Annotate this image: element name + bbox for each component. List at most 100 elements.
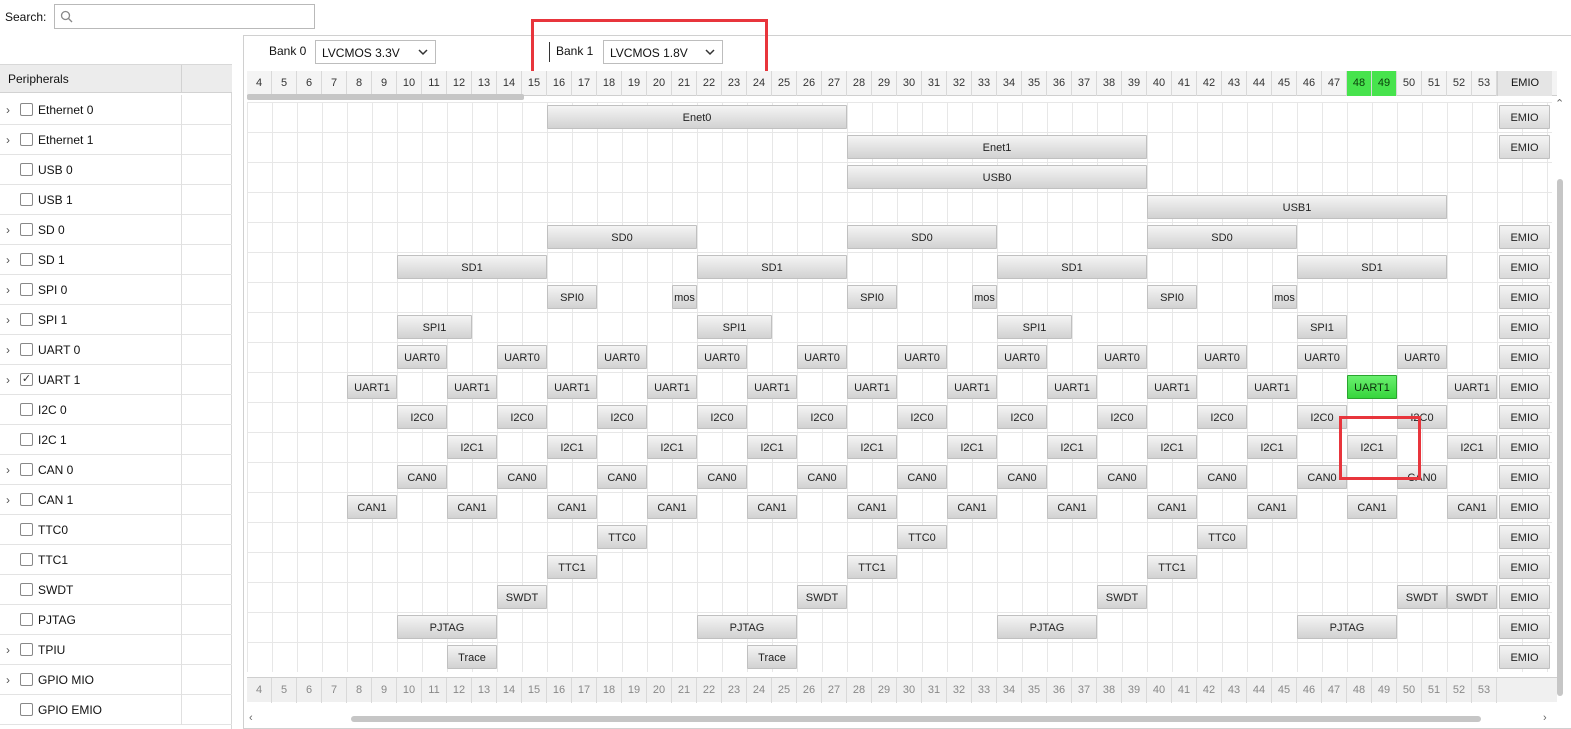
peripheral-checkbox[interactable] bbox=[20, 583, 33, 596]
emio-cell[interactable]: EMIO bbox=[1499, 405, 1550, 429]
pin-function-i2c1[interactable]: I2C1 bbox=[647, 435, 697, 459]
pin-function-uart1[interactable]: UART1 bbox=[647, 375, 697, 399]
pin-function-ttc1[interactable]: TTC1 bbox=[847, 555, 897, 579]
pin-function-mos[interactable]: mos bbox=[1272, 285, 1297, 309]
pin-function-uart1[interactable]: UART1 bbox=[547, 375, 597, 399]
emio-cell[interactable]: EMIO bbox=[1499, 315, 1550, 339]
peripheral-row[interactable]: › SPI 1 bbox=[0, 305, 232, 335]
pin-function-i2c0[interactable]: I2C0 bbox=[1097, 405, 1147, 429]
chevron-right-icon[interactable]: › bbox=[6, 133, 16, 147]
peripheral-row[interactable]: USB 1 bbox=[0, 185, 232, 215]
scroll-up-icon[interactable]: ⌃ bbox=[1555, 97, 1564, 110]
pin-function-trace[interactable]: Trace bbox=[747, 645, 797, 669]
pin-function-can0[interactable]: CAN0 bbox=[497, 465, 547, 489]
pin-function-uart1[interactable]: UART1 bbox=[847, 375, 897, 399]
peripheral-row[interactable]: TTC1 bbox=[0, 545, 232, 575]
pin-function-pjtag[interactable]: PJTAG bbox=[1297, 615, 1397, 639]
pin-function-uart1[interactable]: UART1 bbox=[1047, 375, 1097, 399]
search-box[interactable] bbox=[54, 4, 315, 29]
pin-function-sd0[interactable]: SD0 bbox=[1147, 225, 1297, 249]
pin-function-sd0[interactable]: SD0 bbox=[547, 225, 697, 249]
chevron-right-icon[interactable]: › bbox=[6, 373, 16, 387]
scroll-right-icon[interactable]: › bbox=[1543, 712, 1547, 724]
pin-function-can0[interactable]: CAN0 bbox=[1197, 465, 1247, 489]
pin-function-can1[interactable]: CAN1 bbox=[1447, 495, 1497, 519]
horizontal-scroll-thumb[interactable] bbox=[351, 716, 1481, 722]
peripheral-checkbox[interactable]: ✓ bbox=[20, 373, 33, 386]
pin-function-i2c0[interactable]: I2C0 bbox=[597, 405, 647, 429]
chevron-right-icon[interactable]: › bbox=[6, 313, 16, 327]
emio-cell[interactable]: EMIO bbox=[1499, 555, 1550, 579]
pin-function-pjtag[interactable]: PJTAG bbox=[397, 615, 497, 639]
pin-function-spi0[interactable]: SPI0 bbox=[847, 285, 897, 309]
pin-function-i2c0[interactable]: I2C0 bbox=[397, 405, 447, 429]
pin-function-mos[interactable]: mos bbox=[972, 285, 997, 309]
peripheral-checkbox[interactable] bbox=[20, 223, 33, 236]
pin-function-uart0[interactable]: UART0 bbox=[997, 345, 1047, 369]
peripheral-checkbox[interactable] bbox=[20, 493, 33, 506]
pin-function-i2c1[interactable]: I2C1 bbox=[1147, 435, 1197, 459]
pin-function-sd0[interactable]: SD0 bbox=[847, 225, 997, 249]
peripheral-row[interactable]: GPIO EMIO bbox=[0, 695, 232, 725]
search-input[interactable] bbox=[77, 7, 307, 26]
pin-function-spi1[interactable]: SPI1 bbox=[1297, 315, 1347, 339]
pin-function-i2c1[interactable]: I2C1 bbox=[1047, 435, 1097, 459]
pin-function-i2c0[interactable]: I2C0 bbox=[1197, 405, 1247, 429]
chevron-right-icon[interactable]: › bbox=[6, 343, 16, 357]
pin-function-i2c0[interactable]: I2C0 bbox=[897, 405, 947, 429]
peripheral-row[interactable]: › Ethernet 0 bbox=[0, 95, 232, 125]
pin-function-pjtag[interactable]: PJTAG bbox=[697, 615, 797, 639]
pin-function-ttc0[interactable]: TTC0 bbox=[597, 525, 647, 549]
pin-function-can0[interactable]: CAN0 bbox=[1097, 465, 1147, 489]
vertical-scroll-thumb[interactable] bbox=[1557, 179, 1563, 696]
emio-cell[interactable]: EMIO bbox=[1499, 345, 1550, 369]
peripheral-checkbox[interactable] bbox=[20, 253, 33, 266]
peripheral-checkbox[interactable] bbox=[20, 703, 33, 716]
peripheral-checkbox[interactable] bbox=[20, 523, 33, 536]
emio-cell[interactable]: EMIO bbox=[1499, 525, 1550, 549]
pin-function-sd1[interactable]: SD1 bbox=[997, 255, 1147, 279]
peripheral-checkbox[interactable] bbox=[20, 553, 33, 566]
pin-function-ttc0[interactable]: TTC0 bbox=[1197, 525, 1247, 549]
peripheral-checkbox[interactable] bbox=[20, 163, 33, 176]
emio-cell[interactable]: EMIO bbox=[1499, 105, 1550, 129]
peripheral-row[interactable]: PJTAG bbox=[0, 605, 232, 635]
emio-cell[interactable]: EMIO bbox=[1499, 375, 1550, 399]
peripheral-checkbox[interactable] bbox=[20, 643, 33, 656]
pin-function-i2c0[interactable]: I2C0 bbox=[797, 405, 847, 429]
chevron-right-icon[interactable]: › bbox=[6, 253, 16, 267]
peripheral-checkbox[interactable] bbox=[20, 343, 33, 356]
pin-function-sd1[interactable]: SD1 bbox=[397, 255, 547, 279]
pin-function-i2c1[interactable]: I2C1 bbox=[747, 435, 797, 459]
peripheral-row[interactable]: › SD 1 bbox=[0, 245, 232, 275]
peripheral-row[interactable]: › CAN 0 bbox=[0, 455, 232, 485]
peripheral-row[interactable]: SWDT bbox=[0, 575, 232, 605]
peripheral-checkbox[interactable] bbox=[20, 193, 33, 206]
emio-cell[interactable]: EMIO bbox=[1499, 495, 1550, 519]
pin-function-uart0[interactable]: UART0 bbox=[397, 345, 447, 369]
pin-function-i2c1[interactable]: I2C1 bbox=[947, 435, 997, 459]
pin-function-can0[interactable]: CAN0 bbox=[997, 465, 1047, 489]
pin-function-can1[interactable]: CAN1 bbox=[647, 495, 697, 519]
scroll-left-icon[interactable]: ‹ bbox=[249, 712, 253, 724]
pin-function-usb0[interactable]: USB0 bbox=[847, 165, 1147, 189]
pin-function-trace[interactable]: Trace bbox=[447, 645, 497, 669]
peripheral-row[interactable]: › Ethernet 1 bbox=[0, 125, 232, 155]
pin-function-uart0[interactable]: UART0 bbox=[1197, 345, 1247, 369]
pin-function-uart1[interactable]: UART1 bbox=[1147, 375, 1197, 399]
pin-function-uart0[interactable]: UART0 bbox=[1097, 345, 1147, 369]
vertical-scrollbar[interactable]: ⌃ bbox=[1553, 97, 1566, 696]
emio-cell[interactable]: EMIO bbox=[1499, 225, 1550, 249]
pin-function-uart1[interactable]: UART1 bbox=[947, 375, 997, 399]
peripheral-checkbox[interactable] bbox=[20, 283, 33, 296]
pin-function-swdt[interactable]: SWDT bbox=[497, 585, 547, 609]
peripheral-row[interactable]: › GPIO MIO bbox=[0, 665, 232, 695]
chevron-right-icon[interactable]: › bbox=[6, 673, 16, 687]
pin-function-uart0[interactable]: UART0 bbox=[597, 345, 647, 369]
chevron-right-icon[interactable]: › bbox=[6, 463, 16, 477]
pin-function-can1[interactable]: CAN1 bbox=[1147, 495, 1197, 519]
pin-function-can0[interactable]: CAN0 bbox=[897, 465, 947, 489]
pin-function-can0[interactable]: CAN0 bbox=[797, 465, 847, 489]
pin-function-uart0[interactable]: UART0 bbox=[1397, 345, 1447, 369]
pin-function-uart0[interactable]: UART0 bbox=[697, 345, 747, 369]
